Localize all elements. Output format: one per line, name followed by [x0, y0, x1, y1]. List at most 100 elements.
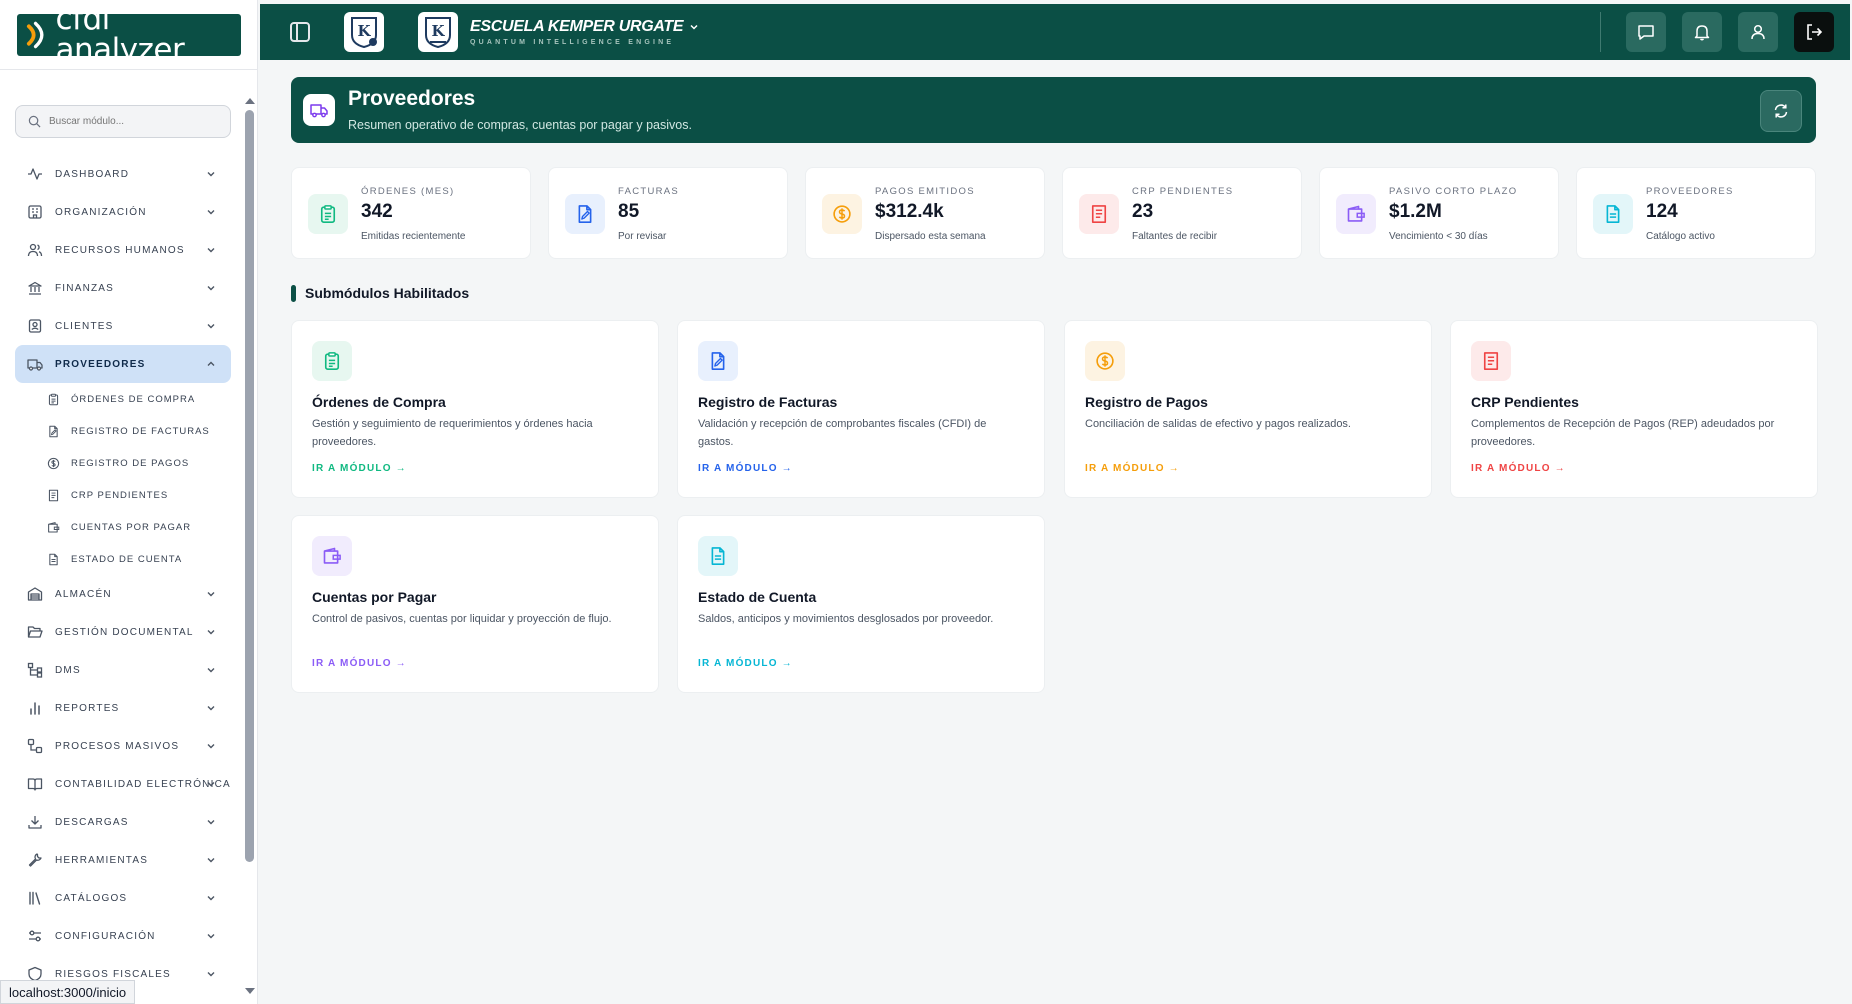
sidebar-item-reportes[interactable]: REPORTES	[15, 689, 231, 727]
sidebar: cfdi analyzer DASHBOARD ORGANIZACIÓN RECUR…	[0, 0, 258, 1004]
go-to-module-link[interactable]: IR A MÓDULO →	[1085, 463, 1180, 474]
sidebar-item-configuracion[interactable]: CONFIGURACIÓN	[15, 917, 231, 955]
kpi-icon-wrap	[1079, 194, 1119, 234]
submodule-card[interactable]: Registro de Facturas Validación y recepci…	[677, 320, 1045, 498]
go-to-module-link[interactable]: IR A MÓDULO →	[698, 658, 793, 669]
submodule-card[interactable]: Estado de Cuenta Saldos, anticipos y movi…	[677, 515, 1045, 693]
sidebar-item-clientes[interactable]: CLIENTES	[15, 307, 231, 345]
sidebar-item-label: HERRAMIENTAS	[55, 854, 149, 866]
user-icon	[1751, 24, 1765, 40]
sidebar-item-label: RECURSOS HUMANOS	[55, 244, 185, 256]
school-logo[interactable]: K	[418, 12, 458, 52]
sidebar-item-gestion-documental[interactable]: GESTIÓN DOCUMENTAL	[15, 613, 231, 651]
sidebar-item-dashboard[interactable]: DASHBOARD	[15, 155, 231, 193]
sidebar-item-recursos-humanos[interactable]: RECURSOS HUMANOS	[15, 231, 231, 269]
chevron-down-icon	[207, 592, 215, 597]
sidebar-subitem[interactable]: CRP PENDIENTES	[15, 479, 231, 511]
sidebar-subitem[interactable]: ÓRDENES DE COMPRA	[15, 383, 231, 415]
building-icon	[28, 205, 42, 219]
card-title: Registro de Facturas	[698, 394, 838, 410]
sidebar-item-procesos-masivos[interactable]: PROCESOS MASIVOS	[15, 727, 231, 765]
sidebar-subitem[interactable]: ESTADO DE CUENTA	[15, 543, 231, 575]
wrench-icon	[28, 853, 42, 867]
go-to-module-link[interactable]: IR A MÓDULO →	[312, 463, 407, 474]
sidebar-item-dms[interactable]: DMS	[15, 651, 231, 689]
module-search-input[interactable]	[49, 116, 219, 127]
sidebar-item-finanzas[interactable]: FINANZAS	[15, 269, 231, 307]
sidebar-item-catalogos[interactable]: CATÁLOGOS	[15, 879, 231, 917]
chevron-down-icon	[207, 706, 215, 711]
go-to-module-link[interactable]: IR A MÓDULO →	[698, 463, 793, 474]
sidebar-item-herramientas[interactable]: HERRAMIENTAS	[15, 841, 231, 879]
chevron-down-icon	[207, 630, 215, 635]
chevron-down-icon	[207, 248, 215, 253]
receipt-icon	[1483, 352, 1499, 370]
chevron-down-icon	[207, 972, 215, 977]
message-icon	[1638, 25, 1654, 40]
org-logo[interactable]: K	[344, 12, 384, 52]
kpi-note: Catálogo activo	[1646, 231, 1715, 242]
sidebar-toggle-icon[interactable]	[286, 18, 314, 46]
file-text-icon	[1606, 205, 1620, 223]
sidebar-subitem[interactable]: REGISTRO DE FACTURAS	[15, 415, 231, 447]
chevron-down-icon	[207, 286, 215, 291]
sidebar-item-label: CATÁLOGOS	[55, 892, 128, 904]
sidebar-item-label: DESCARGAS	[55, 816, 129, 828]
clipboard-icon	[324, 352, 340, 370]
kpi-card: PROVEEDORES 124 Catálogo activo	[1576, 167, 1816, 259]
go-to-module-label: IR A MÓDULO	[312, 658, 392, 669]
sidebar-item-label: PROCESOS MASIVOS	[55, 740, 180, 752]
submodule-card[interactable]: Órdenes de Compra Gestión y seguimiento d…	[291, 320, 659, 498]
sidebar-item-proveedores[interactable]: PROVEEDORES	[15, 345, 231, 383]
kpi-icon-wrap	[1593, 194, 1633, 234]
dollar-circle-icon	[47, 457, 60, 469]
wallet-icon	[323, 547, 341, 564]
kpi-card: ÓRDENES (MES) 342 Emitidas recientemente	[291, 167, 531, 259]
sidebar-item-organizacion[interactable]: ORGANIZACIÓN	[15, 193, 231, 231]
app-logo[interactable]: cfdi analyzer	[16, 3, 241, 65]
go-to-module-link[interactable]: IR A MÓDULO →	[312, 658, 407, 669]
sidebar-item-descargas[interactable]: DESCARGAS	[15, 803, 231, 841]
submodule-card[interactable]: Registro de Pagos Conciliación de salidas…	[1064, 320, 1432, 498]
submodule-card[interactable]: CRP Pendientes Complementos de Recepción …	[1450, 320, 1818, 498]
school-selector[interactable]: ESCUELA KEMPER URGATE QUANTUM INTELLIGEN…	[470, 18, 699, 46]
logout-button[interactable]	[1794, 12, 1834, 52]
workflow-icon	[27, 738, 43, 754]
go-to-module-link[interactable]: IR A MÓDULO →	[1471, 463, 1566, 474]
sidebar-item-contabilidad-electronica[interactable]: CONTABILIDAD ELECTRÓNICA	[15, 765, 231, 803]
sidebar-subitem-label: ÓRDENES DE COMPRA	[71, 393, 196, 405]
sliders-icon	[29, 930, 41, 942]
sidebar-item-label: DMS	[55, 664, 81, 676]
scroll-up-arrow[interactable]	[245, 98, 255, 104]
card-description: Validación y recepción de comprobantes f…	[698, 418, 987, 448]
chevron-down-icon	[690, 24, 698, 30]
notifications-button[interactable]	[1682, 12, 1722, 52]
clipboard-icon	[48, 393, 59, 405]
scroll-down-arrow[interactable]	[245, 988, 255, 994]
card-icon-wrap	[698, 536, 738, 576]
truck-icon	[303, 94, 335, 126]
sidebar-item-almacen[interactable]: ALMACÉN	[15, 575, 231, 613]
page-header: Proveedores Resumen operativo de compras…	[291, 77, 1816, 143]
sidebar-subitem[interactable]: REGISTRO DE PAGOS	[15, 447, 231, 479]
kpi-card: PASIVO CORTO PLAZO $1.2M Vencimiento < 30 …	[1319, 167, 1559, 259]
chevron-down-icon	[207, 858, 215, 863]
sidebar-subitem[interactable]: CUENTAS POR PAGAR	[15, 511, 231, 543]
chevron-down-icon	[207, 210, 215, 215]
module-search[interactable]	[15, 105, 231, 138]
arrow-right-icon: →	[395, 463, 407, 474]
kpi-label: FACTURAS	[618, 186, 680, 197]
refresh-button[interactable]	[1760, 90, 1802, 132]
card-title: CRP Pendientes	[1471, 394, 1579, 410]
dollar-circle-icon	[1096, 352, 1114, 370]
submodule-card[interactable]: Cuentas por Pagar Control de pasivos, cue…	[291, 515, 659, 693]
activity-icon	[28, 168, 42, 180]
messages-button[interactable]	[1626, 12, 1666, 52]
school-subtitle: QUANTUM INTELLIGENCE ENGINE	[470, 39, 675, 46]
topbar-divider	[1600, 12, 1601, 52]
card-title: Órdenes de Compra	[312, 394, 446, 410]
card-title: Registro de Pagos	[1085, 394, 1208, 410]
clipboard-icon	[320, 205, 336, 223]
sidebar-scrollbar[interactable]	[245, 110, 254, 862]
profile-button[interactable]	[1738, 12, 1778, 52]
